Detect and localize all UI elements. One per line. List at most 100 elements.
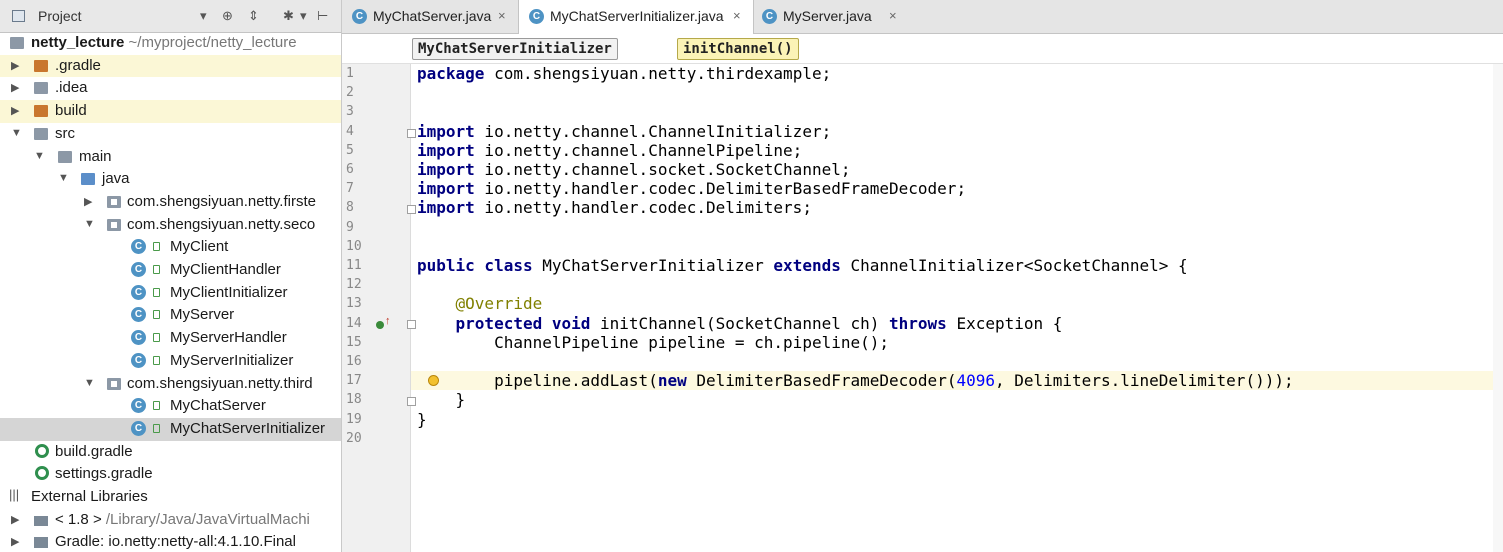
- tab-myserver[interactable]: C MyServer.java ×: [752, 0, 907, 33]
- tree-item-path: ~/myproject/netty_lecture: [124, 34, 297, 51]
- project-view-icon: [12, 10, 25, 22]
- tree-item-settings-gradle[interactable]: settings.gradle: [0, 463, 341, 486]
- tree-item-jdk[interactable]: ▶ < 1.8 > /Library/Java/JavaVirtualMachi: [0, 509, 341, 532]
- tree-item-gradle-dir[interactable]: ▶ .gradle: [0, 54, 341, 78]
- tree-item-label: com.shengsiyuan.netty.third: [127, 374, 313, 392]
- code-line: import io.netty.channel.ChannelInitializ…: [411, 122, 1503, 141]
- tree-item-java[interactable]: ▼ java: [0, 168, 341, 191]
- collapse-arrow-icon[interactable]: ▼: [11, 127, 22, 139]
- tree-item-label: com.shengsiyuan.netty.seco: [127, 215, 316, 233]
- tree-item-class[interactable]: C MyServerHandler: [0, 327, 341, 350]
- tree-item-label: MyServerHandler: [170, 329, 287, 347]
- collapse-arrow-icon[interactable]: ▼: [84, 218, 95, 230]
- tree-item-main[interactable]: ▼ main: [0, 146, 341, 169]
- editor-gutter[interactable]: 1 2 3 4 5 6 7 8 9 10 11 12 13 14 15 16 1…: [342, 64, 416, 552]
- class-icon: C: [131, 352, 146, 368]
- close-icon[interactable]: ×: [889, 8, 897, 23]
- tree-item-package-second[interactable]: ▼ com.shengsiyuan.netty.seco: [0, 214, 341, 237]
- tab-mychatserverinitializer[interactable]: C MyChatServerInitializer.java ×: [518, 0, 754, 34]
- hide-panel-icon[interactable]: ⊢: [317, 8, 328, 24]
- code-text: io.netty.channel.socket.SocketChannel;: [474, 160, 851, 179]
- code-number: 4096: [956, 371, 995, 391]
- expand-arrow-icon[interactable]: ▶: [84, 195, 92, 208]
- dropdown-arrow-icon[interactable]: ▾: [200, 8, 207, 24]
- file-marker-icon: [153, 355, 160, 365]
- expand-arrow-icon[interactable]: ▶: [11, 104, 19, 117]
- code-line: import io.netty.channel.ChannelPipeline;: [411, 141, 1503, 160]
- run-config-icon: [153, 242, 160, 252]
- tree-item-idea[interactable]: ▶ .idea: [0, 77, 341, 100]
- code-text: io.netty.handler.codec.Delimiters;: [474, 198, 812, 218]
- tree-item-class[interactable]: C MyClientInitializer: [0, 282, 341, 305]
- code-text: io.netty.channel.ChannelPipeline;: [474, 140, 803, 160]
- tree-item-class-selected[interactable]: C MyChatServerInitializer: [0, 417, 341, 441]
- tree-item-build[interactable]: ▶ build: [0, 100, 341, 123]
- editor-area: C MyChatServer.java × C MyChatServerInit…: [342, 0, 1503, 552]
- jdk-icon: [34, 515, 48, 526]
- tree-item-class[interactable]: C MyServerInitializer: [0, 350, 341, 373]
- code-line: protected void initChannel(SocketChannel…: [411, 314, 1503, 333]
- tree-item-class[interactable]: C MyClientHandler: [0, 259, 341, 282]
- class-icon: C: [529, 9, 544, 24]
- code-line: }: [411, 410, 1503, 429]
- tree-item-label: build: [55, 102, 87, 120]
- line-number: 19: [346, 412, 362, 427]
- code-area[interactable]: package com.shengsiyuan.netty.thirdexamp…: [411, 64, 1503, 552]
- collapse-all-icon[interactable]: ⇕: [248, 8, 259, 24]
- tree-item-label: src: [55, 124, 75, 142]
- implement-arrow-icon[interactable]: ↑: [385, 315, 391, 327]
- tree-item-label: java: [102, 170, 130, 188]
- tree-item-external-libraries[interactable]: ||| External Libraries: [0, 486, 341, 509]
- tree-item-build-gradle[interactable]: build.gradle: [0, 441, 341, 464]
- tree-item-label: netty_lecture: [31, 34, 125, 51]
- expand-arrow-icon[interactable]: ▶: [11, 513, 19, 526]
- close-icon[interactable]: ×: [498, 8, 506, 23]
- expand-arrow-icon[interactable]: ▶: [11, 59, 19, 72]
- package-icon: [107, 218, 121, 231]
- tab-mychatserver[interactable]: C MyChatServer.java ×: [342, 0, 518, 33]
- tree-item-gradle-lib[interactable]: ▶ Gradle: io.netty:netty-all:4.1.10.Fina…: [0, 531, 341, 552]
- gradle-icon: [35, 443, 49, 458]
- tree-item-class[interactable]: C MyClient: [0, 236, 341, 259]
- tree-item-label: .gradle: [55, 56, 101, 74]
- override-marker-icon[interactable]: [376, 321, 384, 329]
- tree-item-class[interactable]: C MyServer: [0, 304, 341, 327]
- tree-item-src[interactable]: ▼ src: [0, 123, 341, 146]
- vertical-scrollbar[interactable]: [1493, 64, 1503, 552]
- folder-icon: [34, 105, 48, 118]
- tree-item-package-first[interactable]: ▶ com.shengsiyuan.netty.firste: [0, 191, 341, 214]
- line-number: 10: [346, 239, 362, 254]
- breadcrumb-class[interactable]: MyChatServerInitializer: [412, 38, 618, 60]
- scroll-from-source-icon[interactable]: ⊕: [222, 8, 233, 24]
- collapse-arrow-icon[interactable]: ▼: [58, 172, 69, 184]
- close-icon[interactable]: ×: [733, 8, 741, 23]
- collapse-arrow-icon[interactable]: ▼: [34, 150, 45, 162]
- tree-item-package-third[interactable]: ▼ com.shengsiyuan.netty.third: [0, 373, 341, 396]
- code-line: import io.netty.handler.codec.DelimiterB…: [411, 179, 1503, 198]
- code-keyword: import: [417, 198, 475, 218]
- code-keyword: new: [657, 371, 687, 391]
- line-number: 2: [346, 85, 354, 100]
- code-line: import io.netty.handler.codec.Delimiters…: [411, 198, 1503, 217]
- project-view-selector[interactable]: Project: [38, 8, 82, 24]
- expand-arrow-icon[interactable]: ▶: [11, 81, 19, 94]
- file-marker-icon: [153, 310, 160, 320]
- line-number: 5: [346, 143, 354, 158]
- line-number: 4: [346, 124, 354, 139]
- expand-arrow-icon[interactable]: ▶: [11, 535, 19, 548]
- class-icon: C: [352, 9, 367, 24]
- breadcrumb-method[interactable]: initChannel(): [677, 38, 799, 60]
- libraries-icon: |||: [9, 487, 20, 502]
- chevron-down-icon[interactable]: ▾: [300, 8, 307, 24]
- tree-item-root[interactable]: netty_lecture ~/myproject/netty_lecture: [0, 32, 341, 55]
- line-number: 11: [346, 258, 362, 273]
- tree-item-class[interactable]: C MyChatServer: [0, 395, 341, 418]
- tree-item-label: com.shengsiyuan.netty.firste: [127, 192, 316, 210]
- gear-icon[interactable]: ✱: [283, 8, 294, 24]
- collapse-arrow-icon[interactable]: ▼: [84, 377, 95, 389]
- code-line: }: [411, 390, 1503, 409]
- tree-item-label: build.gradle: [55, 442, 133, 460]
- line-number: 9: [346, 220, 354, 235]
- class-icon: C: [131, 239, 146, 255]
- line-number: 14: [346, 316, 362, 331]
